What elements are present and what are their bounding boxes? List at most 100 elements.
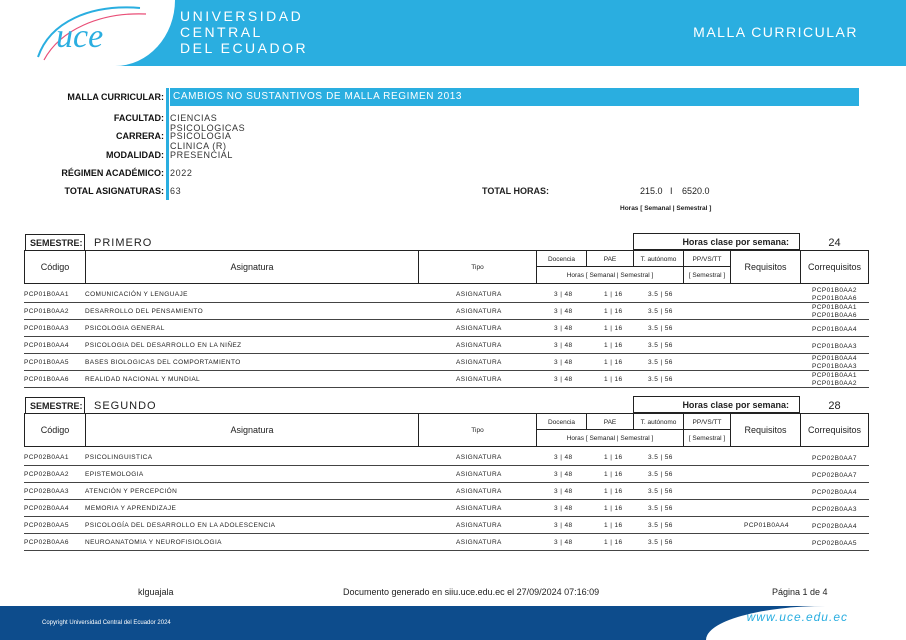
cell-pae: 1 | 16: [604, 376, 623, 383]
cell-code: PCP02B0AA5: [24, 522, 69, 529]
cell-tipo: ASIGNATURA: [456, 454, 502, 461]
col-pae: PAE: [587, 414, 634, 430]
cell-name: NEUROANATOMIA Y NEUROFISIOLOGIA: [85, 539, 222, 546]
cell-name: PSICOLOGÍA DEL DESARROLLO EN LA ADOLESCE…: [85, 522, 276, 529]
semester-header: SEMESTRE: PRIMERO Horas clase por semana…: [24, 233, 869, 284]
col-tipo: Tipo: [419, 251, 537, 283]
total-asignaturas-value: 63: [170, 186, 182, 196]
table-row: PCP01B0AA6 REALIDAD NACIONAL Y MUNDIAL ASI…: [24, 371, 869, 388]
table-header: Código Asignatura Tipo Docencia PAE T. a…: [24, 413, 869, 447]
cell-tipo: ASIGNATURA: [456, 291, 502, 298]
cell-docencia: 3 | 48: [554, 325, 573, 332]
cell-pae: 1 | 16: [604, 522, 623, 529]
regimen-value: 2022: [170, 168, 193, 178]
cell-tipo: ASIGNATURA: [456, 522, 502, 529]
col-asignatura: Asignatura: [86, 251, 419, 283]
footer-bar: Copyright Universidad Central del Ecuado…: [0, 606, 906, 640]
cell-correquisitos: PCP02B0AA5: [812, 540, 857, 547]
total-horas-separator: I: [670, 186, 673, 196]
horas-note: Horas [ Semanal | Semestral ]: [620, 205, 712, 212]
col-ppvstt: PP/VS/TT: [684, 414, 731, 430]
horas-clase-value: 24: [828, 237, 841, 249]
col-tipo: Tipo: [419, 414, 537, 446]
cell-code: PCP02B0AA2: [24, 471, 69, 478]
cell-pae: 1 | 16: [604, 454, 623, 461]
cell-autonomo: 3.5 | 56: [648, 539, 673, 546]
cell-tipo: ASIGNATURA: [456, 539, 502, 546]
cell-pae: 1 | 16: [604, 471, 623, 478]
cell-autonomo: 3.5 | 56: [648, 291, 673, 298]
regimen-label: RÉGIMEN ACADÉMICO:: [61, 168, 164, 178]
table-row: PCP01B0AA1 COMUNICACIÓN Y LENGUAJE ASIGNAT…: [24, 286, 869, 303]
university-line-2: CENTRAL: [180, 24, 263, 40]
cell-autonomo: 3.5 | 56: [648, 376, 673, 383]
table-row: PCP02B0AA1 PSICOLINGUISTICA ASIGNATURA 3 | …: [24, 449, 869, 466]
cell-requisitos: PCP01B0AA4: [744, 522, 789, 529]
total-horas-semanal: 215.0: [640, 186, 663, 196]
cell-pae: 1 | 16: [604, 342, 623, 349]
cell-docencia: 3 | 48: [554, 488, 573, 495]
header-divider: [537, 429, 731, 430]
cell-name: EPISTEMOLOGIA: [85, 471, 144, 478]
table-row: PCP01B0AA3 PSICOLOGIA GENERAL ASIGNATURA 3 …: [24, 320, 869, 337]
cell-docencia: 3 | 48: [554, 342, 573, 349]
header-divider: [537, 266, 731, 267]
cell-code: PCP01B0AA5: [24, 359, 69, 366]
cell-name: REALIDAD NACIONAL Y MUNDIAL: [85, 376, 201, 383]
cell-name: PSICOLOGIA DEL DESARROLLO EN LA NIÑEZ: [85, 342, 242, 349]
cell-docencia: 3 | 48: [554, 471, 573, 478]
cell-docencia: 3 | 48: [554, 539, 573, 546]
cell-tipo: ASIGNATURA: [456, 342, 502, 349]
cell-correquisitos: PCP01B0AA4: [812, 326, 857, 333]
cell-autonomo: 3.5 | 56: [648, 488, 673, 495]
col-requisitos: Requisitos: [731, 414, 801, 446]
facultad-label: FACULTAD:: [113, 113, 164, 123]
cell-docencia: 3 | 48: [554, 522, 573, 529]
cell-correquisitos: PCP02B0AA7: [812, 455, 857, 462]
semester-name: PRIMERO: [94, 237, 153, 249]
cell-correquisitos: PCP01B0AA1 PCP01B0AA6: [812, 304, 857, 319]
cell-code: PCP01B0AA1: [24, 291, 69, 298]
table-header: Código Asignatura Tipo Docencia PAE T. a…: [24, 250, 869, 284]
table-body: PCP02B0AA1 PSICOLINGUISTICA ASIGNATURA 3 | …: [24, 449, 869, 551]
total-asignaturas-label: TOTAL ASIGNATURAS:: [64, 186, 165, 196]
cell-autonomo: 3.5 | 56: [648, 471, 673, 478]
cell-autonomo: 3.5 | 56: [648, 325, 673, 332]
cell-autonomo: 3.5 | 56: [648, 342, 673, 349]
footer-copyright: Copyright Universidad Central del Ecuado…: [42, 620, 171, 626]
table-row: PCP01B0AA2 DESARROLLO DEL PENSAMIENTO ASIG…: [24, 303, 869, 320]
carrera-label: CARRERA:: [116, 131, 164, 141]
cell-pae: 1 | 16: [604, 291, 623, 298]
cell-name: COMUNICACIÓN Y LENGUAJE: [85, 291, 188, 298]
col-docencia: Docencia: [537, 251, 587, 267]
cell-pae: 1 | 16: [604, 488, 623, 495]
table-row: PCP02B0AA6 NEUROANATOMIA Y NEUROFISIOLOGI…: [24, 534, 869, 551]
col-ppvstt: PP/VS/TT: [684, 251, 731, 267]
cell-autonomo: 3.5 | 56: [648, 308, 673, 315]
col-semestral: [ Semestral ]: [684, 430, 731, 446]
cell-docencia: 3 | 48: [554, 359, 573, 366]
semester-header: SEMESTRE: SEGUNDO Horas clase por semana…: [24, 396, 869, 447]
footer-website-link[interactable]: www.uce.edu.ec: [747, 610, 848, 624]
cell-correquisitos: PCP01B0AA4 PCP01B0AA3: [812, 355, 857, 370]
cell-docencia: 3 | 48: [554, 308, 573, 315]
cell-tipo: ASIGNATURA: [456, 376, 502, 383]
logo-text: uce: [56, 18, 103, 55]
cell-code: PCP01B0AA2: [24, 308, 69, 315]
cell-name: PSICOLOGIA GENERAL: [85, 325, 165, 332]
horas-clase-label: Horas clase por semana:: [633, 396, 800, 413]
horas-clase-label: Horas clase por semana:: [633, 233, 800, 250]
col-asignatura: Asignatura: [86, 414, 419, 446]
facultad-value: CIENCIAS PSICOLOGICAS: [170, 113, 246, 133]
cell-code: PCP01B0AA6: [24, 376, 69, 383]
col-horas-semanal-semestral: Horas [ Semanal | Semestral ]: [537, 267, 684, 283]
col-codigo: Código: [25, 251, 86, 283]
carrera-value: PSICOLOGIA CLINICA (R): [170, 131, 232, 151]
cell-docencia: 3 | 48: [554, 454, 573, 461]
col-t-autonomo: T. autónomo: [634, 251, 684, 267]
cell-name: BASES BIOLOGICAS DEL COMPORTAMIENTO: [85, 359, 241, 366]
page-header: uce UNIVERSIDAD CENTRAL DEL ECUADOR MALL…: [0, 0, 906, 66]
university-name: UNIVERSIDAD CENTRAL DEL ECUADOR: [180, 8, 308, 56]
cell-name: DESARROLLO DEL PENSAMIENTO: [85, 308, 204, 315]
cell-docencia: 3 | 48: [554, 505, 573, 512]
